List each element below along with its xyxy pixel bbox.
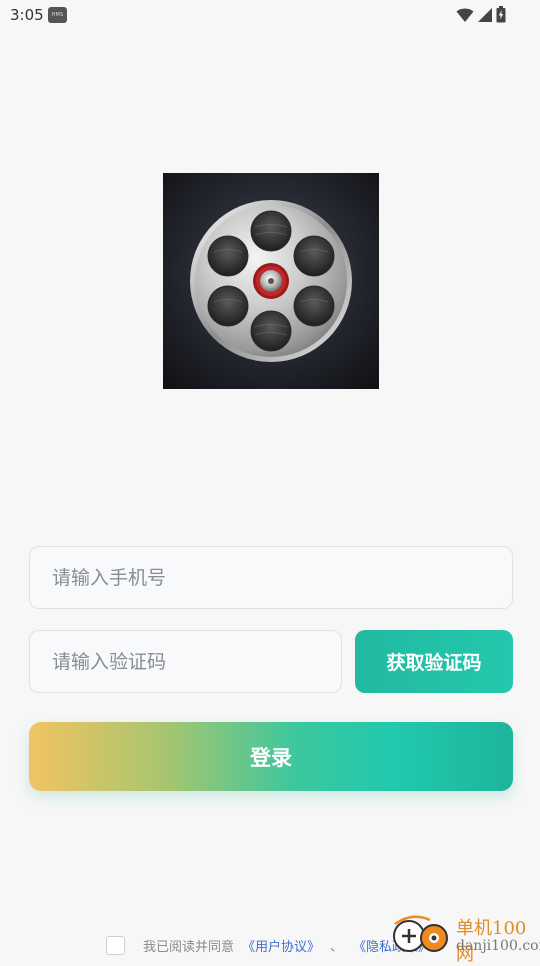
phone-field-container: [29, 546, 513, 609]
code-field-container: [29, 630, 342, 693]
wifi-icon: [456, 8, 474, 22]
hms-icon-text: HMS: [51, 12, 64, 18]
agreement-row: 我已阅读并同意 《用户协议》 、 《隐私政策》: [106, 934, 431, 956]
app-logo: [163, 173, 379, 389]
agreement-separator: 、: [330, 939, 344, 955]
login-button[interactable]: 登录: [29, 722, 513, 791]
signal-icon: [478, 7, 492, 22]
user-agreement-link[interactable]: 《用户协议》: [242, 936, 320, 955]
agreement-prefix: 我已阅读并同意: [143, 939, 235, 955]
watermark-logo: 单机100网 danji100.com: [392, 914, 540, 965]
battery-charging-icon: [496, 6, 506, 23]
watermark-icon: [393, 915, 448, 952]
film-reel-icon: [163, 173, 379, 389]
status-time: 3:05: [10, 6, 44, 24]
watermark-url: danji100.com: [456, 938, 540, 954]
get-code-button[interactable]: 获取验证码: [355, 630, 513, 693]
phone-input[interactable]: [30, 547, 512, 608]
hms-icon: HMS: [48, 7, 67, 23]
verification-code-input[interactable]: [30, 631, 341, 692]
agreement-checkbox[interactable]: [106, 935, 125, 955]
status-icons: [456, 6, 506, 23]
status-bar: 3:05 HMS: [0, 0, 540, 30]
